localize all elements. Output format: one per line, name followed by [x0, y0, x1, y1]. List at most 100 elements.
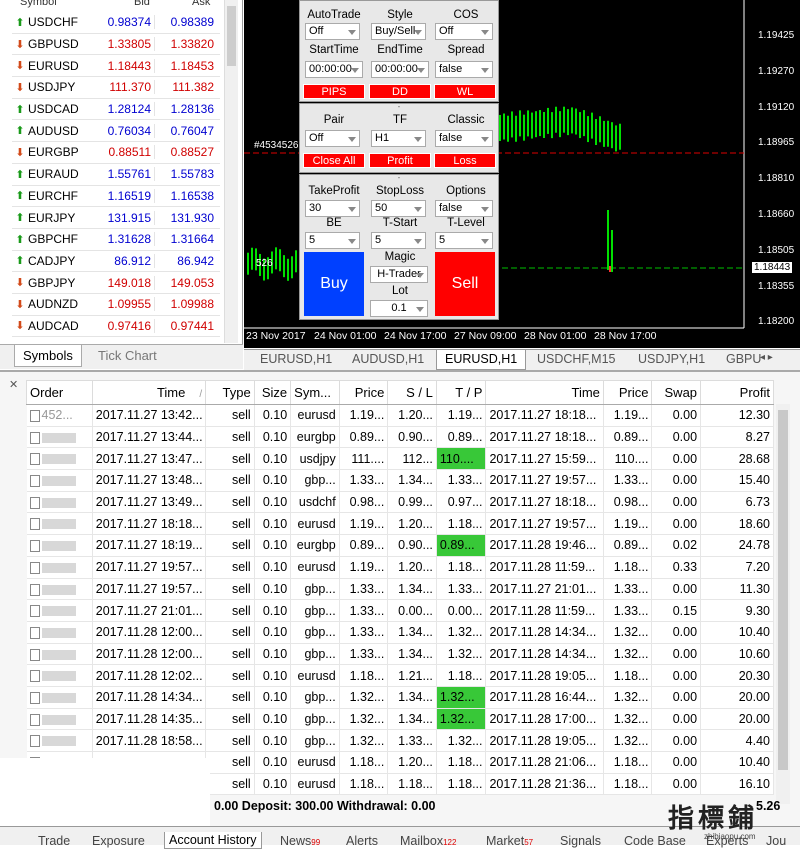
tab-news[interactable]: News99 — [280, 834, 320, 848]
tab-chart-audusd-h1[interactable]: AUDUSD,H1 — [352, 352, 424, 366]
autotrade-select[interactable]: Off — [305, 23, 360, 40]
tab-chart-gbpu[interactable]: GBPU — [726, 352, 761, 366]
column-header[interactable]: Time — [485, 380, 604, 405]
scroll-thumb[interactable] — [227, 6, 236, 66]
symbol-row[interactable]: ⬆ EURCHF 1.16519 1.16538 — [12, 186, 220, 208]
cos-select[interactable]: Off — [435, 23, 493, 40]
tab-chart-eurusd-h1[interactable]: EURUSD,H1 — [260, 352, 332, 366]
column-header[interactable]: Swap — [651, 380, 702, 405]
table-row[interactable]: 2017.11.28 12:00... sell 0.10 gbp... 1.33...… — [26, 643, 774, 666]
arrow-up-icon: ⬆ — [15, 190, 25, 203]
tab-exposure[interactable]: Exposure — [92, 834, 145, 848]
tf-select[interactable]: H1 — [371, 130, 426, 147]
tab-market[interactable]: Market57 — [486, 834, 533, 848]
tstart-select[interactable]: 5 — [371, 232, 426, 249]
starttime-field[interactable]: 00:00:00 — [305, 61, 363, 78]
dd-button[interactable]: DD — [369, 84, 431, 99]
symbol-row[interactable]: ⬆ AUDUSD 0.76034 0.76047 — [12, 120, 220, 143]
scroll-thumb[interactable] — [778, 410, 788, 770]
tab-signals[interactable]: Signals — [560, 834, 601, 848]
symbol-row[interactable]: ⬇ USDJPY 111.370 111.382 — [12, 77, 220, 99]
table-row[interactable]: 2017.11.27 13:44... sell 0.10 eurgbp 0.89...… — [26, 426, 774, 449]
market-watch-scrollbar[interactable] — [224, 0, 238, 343]
table-row[interactable]: 2017.11.28 12:00... sell 0.10 gbp... 1.33...… — [26, 621, 774, 644]
tab-account-history[interactable]: Account History — [164, 832, 262, 849]
pair-select[interactable]: Off — [305, 130, 360, 147]
symbol-row[interactable]: ⬇ GBPUSD 1.33805 1.33820 — [12, 34, 220, 56]
column-header[interactable]: Time / — [91, 380, 207, 405]
symbol-row[interactable]: ⬆ CADJPY 86.912 86.942 — [12, 251, 220, 273]
table-row[interactable]: 2017.11.28 18:58... sell 0.10 gbp... 1.32...… — [26, 729, 774, 752]
ask-column-header[interactable]: Ask — [192, 0, 210, 8]
tab-trade[interactable]: Trade — [38, 834, 70, 848]
column-header[interactable]: Price — [602, 380, 653, 405]
column-header[interactable]: Profit — [700, 380, 774, 405]
table-row[interactable]: 452... 2017.11.27 13:42... sell 0.10 eurusd 1… — [26, 404, 774, 427]
tab-scroll-arrows-icon[interactable]: ◂ ▸ — [760, 352, 773, 363]
classic-select[interactable]: false — [435, 130, 493, 147]
magic-field[interactable]: H-Trader — [370, 266, 428, 283]
column-header[interactable]: Size — [253, 380, 292, 405]
symbol-row[interactable]: ⬇ EURUSD 1.18443 1.18453 — [12, 55, 220, 78]
be-select[interactable]: 5 — [305, 232, 360, 249]
close-icon[interactable]: ✕ — [9, 378, 18, 391]
table-cell: 0.00 — [651, 686, 702, 709]
tab-symbols[interactable]: Symbols — [14, 345, 82, 367]
tab-chart-usdchf-m15[interactable]: USDCHF,M15 — [537, 352, 616, 366]
column-header[interactable]: Price — [338, 380, 389, 405]
tab-chart-eurusd-h1-active[interactable]: EURUSD,H1 — [436, 350, 527, 370]
column-header[interactable]: Order — [26, 380, 93, 405]
table-row[interactable]: 2017.11.27 18:19... sell 0.10 eurgbp 0.89...… — [26, 534, 774, 557]
symbol-row[interactable]: ⬇ AUDCAD 0.97416 0.97441 — [12, 316, 220, 338]
symbol-row[interactable]: ⬆ USDCAD 1.28124 1.28136 — [12, 99, 220, 121]
symbol-column-header[interactable]: Symbol — [20, 0, 57, 8]
column-header[interactable]: Type — [205, 380, 255, 405]
bid-column-header[interactable]: Bid — [134, 0, 150, 8]
table-row[interactable]: 2017.11.27 18:18... sell 0.10 eurusd 1.19...… — [26, 512, 774, 536]
table-row[interactable]: 2017.11.28 14:35... sell 0.10 gbp... 1.32...… — [26, 708, 774, 731]
profit-button[interactable]: Profit — [369, 153, 431, 168]
symbol-row[interactable]: ⬆ GBPCHF 1.31628 1.31664 — [12, 229, 220, 251]
symbol-row[interactable]: ⬆ EURAUD 1.55761 1.55783 — [12, 164, 220, 186]
table-cell: 2017.11.28 12:02... — [92, 664, 207, 687]
table-row[interactable]: 2017.11.27 19:57... sell 0.10 eurusd 1.19...… — [26, 556, 774, 579]
history-scrollbar[interactable] — [776, 404, 790, 804]
symbol-row[interactable]: ⬇ EURGBP 0.88511 0.88527 — [12, 142, 220, 164]
endtime-field[interactable]: 00:00:00 — [371, 61, 429, 78]
table-row[interactable]: 2017.11.27 21:01... sell 0.10 gbp... 1.33...… — [26, 599, 774, 622]
column-header[interactable]: S / L — [387, 380, 437, 405]
buy-button[interactable]: Buy — [304, 252, 364, 316]
column-header[interactable]: Sym... — [290, 380, 340, 405]
options-select[interactable]: false — [435, 200, 493, 217]
tab-mailbox[interactable]: Mailbox122 — [400, 834, 456, 848]
table-row[interactable]: 2017.11.27 13:49... sell 0.10 usdchf 0.98...… — [26, 491, 774, 514]
tab-tick-chart[interactable]: Tick Chart — [90, 345, 165, 367]
table-row[interactable]: 2017.11.27 13:48... sell 0.10 gbp... 1.33...… — [26, 469, 774, 492]
table-row[interactable]: 2017.11.27 13:47... sell 0.10 usdjpy 111....… — [26, 447, 774, 471]
tlevel-select[interactable]: 5 — [435, 232, 493, 249]
wl-button[interactable]: WL — [434, 84, 496, 99]
takeprofit-select[interactable]: 30 — [305, 200, 360, 217]
stoploss-select[interactable]: 50 — [371, 200, 426, 217]
spread-select[interactable]: false — [435, 61, 493, 78]
table-row[interactable]: 2017.11.28 14:34... sell 0.10 gbp... 1.32...… — [26, 686, 774, 709]
table-cell: 1.34... — [387, 708, 437, 731]
close-all-button[interactable]: Close All — [303, 153, 365, 168]
panel-separator: - — [397, 102, 401, 111]
style-select[interactable]: Buy/Sell — [371, 23, 426, 40]
loss-button[interactable]: Loss — [434, 153, 496, 168]
order-cell — [26, 643, 93, 666]
lot-field[interactable]: 0.1 — [370, 300, 428, 317]
tab-alerts[interactable]: Alerts — [346, 834, 378, 848]
symbol-row[interactable]: ⬇ AUDNZD 1.09955 1.09988 — [12, 294, 220, 316]
table-row[interactable]: 2017.11.27 19:57... sell 0.10 gbp... 1.33...… — [26, 578, 774, 601]
pips-button[interactable]: PIPS — [303, 84, 365, 99]
column-header[interactable]: T / P — [435, 380, 487, 405]
table-cell: 111.... — [339, 447, 389, 471]
sell-button[interactable]: Sell — [435, 252, 495, 316]
tab-chart-usdjpy-h1[interactable]: USDJPY,H1 — [638, 352, 705, 366]
symbol-row[interactable]: ⬆ USDCHF 0.98374 0.98389 — [12, 12, 220, 34]
symbol-row[interactable]: ⬆ EURJPY 131.915 131.930 — [12, 207, 220, 229]
table-row[interactable]: 2017.11.28 12:02... sell 0.10 eurusd 1.18...… — [26, 664, 774, 687]
symbol-row[interactable]: ⬇ GBPJPY 149.018 149.053 — [12, 272, 220, 294]
